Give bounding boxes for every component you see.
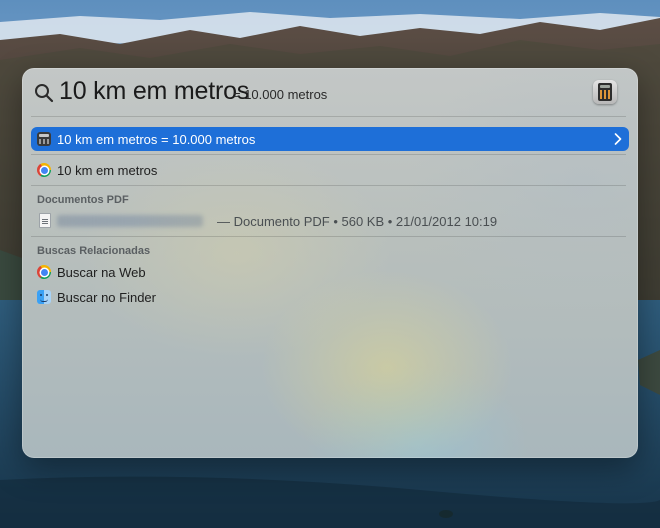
calculator-icon — [37, 132, 51, 146]
chrome-icon — [37, 265, 51, 279]
section-header-pdf: Documentos PDF — [37, 194, 129, 206]
calculator-icon — [593, 80, 617, 104]
search-bar[interactable]: 10 km em metros = 10.000 metros — [22, 68, 638, 116]
web-suggestion-label: 10 km em metros — [57, 163, 158, 178]
pdf-document-meta: — Documento PDF • 560 KB • 21/01/2012 10… — [217, 214, 498, 229]
section-header-related: Buscas Relacionadas — [37, 245, 151, 257]
finder-icon — [37, 290, 51, 304]
web-suggestion-item[interactable]: 10 km em metros — [31, 158, 629, 182]
pdf-document-icon — [39, 213, 51, 228]
chevron-right-icon — [614, 133, 622, 145]
search-finder-label: Buscar no Finder — [57, 290, 156, 305]
top-hit-label: 10 km em metros = 10.000 metros — [57, 132, 256, 147]
top-hit-conversion-result[interactable]: 10 km em metros = 10.000 metros — [31, 127, 629, 151]
spotlight-panel: 10 km em metros = 10.000 metros 10 km em… — [22, 68, 638, 458]
divider — [31, 236, 626, 237]
search-input[interactable]: 10 km em metros — [59, 77, 249, 106]
divider — [31, 116, 626, 117]
divider — [31, 185, 626, 186]
inline-conversion-result: = 10.000 metros — [233, 87, 328, 102]
pdf-document-item[interactable]: — Documento PDF • 560 KB • 21/01/2012 10… — [31, 209, 629, 233]
search-icon — [35, 84, 54, 103]
chrome-icon — [37, 163, 51, 177]
redacted-file-name — [57, 215, 203, 227]
search-finder-item[interactable]: Buscar no Finder — [31, 285, 629, 309]
search-web-label: Buscar na Web — [57, 265, 146, 280]
divider — [31, 154, 626, 155]
search-web-item[interactable]: Buscar na Web — [31, 260, 629, 284]
